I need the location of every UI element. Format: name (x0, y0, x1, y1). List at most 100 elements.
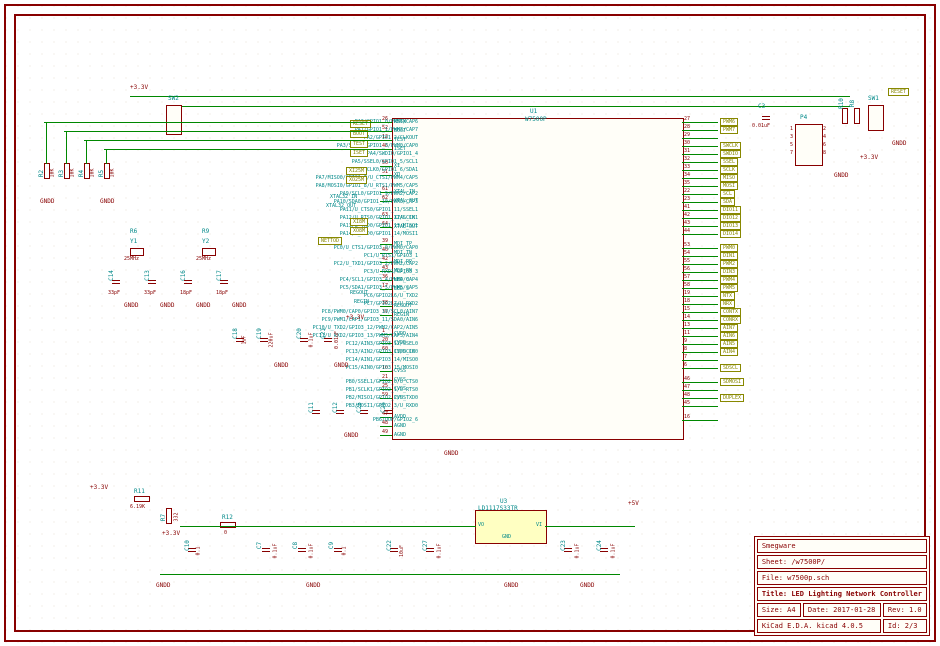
tb-date: Date: 2017-01-28 (803, 603, 881, 617)
tag-nettod: NETTOD (318, 237, 342, 245)
c14-val: 33pF (108, 290, 120, 296)
title-block: Smegware Sheet: /w7500P/ File: w7500p.sc… (754, 536, 930, 636)
c23-ref: C23 (560, 540, 567, 551)
wv2 (66, 131, 67, 164)
c27-ref: C27 (422, 540, 429, 551)
c17-ref: C17 (216, 270, 223, 281)
w2 (64, 131, 392, 132)
sw1-ref: SW1 (868, 95, 879, 102)
wire-reset (170, 106, 850, 107)
c16-ref: C16 (180, 270, 187, 281)
r8-ref: R8 (849, 100, 856, 107)
wire-5v-bot (545, 526, 635, 527)
pwr-3v3-top: +3.3V (130, 84, 148, 91)
c18-ref: C18 (232, 328, 239, 339)
schematic-page: U1 W7500P 26RSTN52BOOT12TEST46ISET50XI51… (0, 0, 940, 646)
c13-ref: C13 (144, 270, 151, 281)
main-ic-u1 (392, 118, 684, 440)
gnd-bot3: GNDD (504, 582, 518, 589)
gnd-r: GNDD (40, 198, 54, 205)
pwr-3v3-a: +3.3V (162, 530, 180, 537)
c19-val: 220uF (269, 332, 275, 347)
res-r8 (854, 108, 860, 124)
c25-ref: C25 (356, 402, 363, 413)
lbl-xtal32in: XTAL32_IN (330, 194, 357, 200)
r11-ref: R11 (134, 488, 145, 495)
r2-val: 10K (50, 168, 56, 177)
ic-ref: U1 (530, 108, 537, 115)
c8-val: 0.1uF (309, 543, 315, 558)
gnd-r2: GNDD (100, 198, 114, 205)
conn-p4 (795, 124, 823, 166)
w4 (104, 149, 392, 150)
u3-gnd: GND (502, 534, 511, 540)
p4-2: 2 (823, 126, 826, 132)
c24-ref: C24 (596, 540, 603, 551)
tag-test: TEST (350, 140, 368, 148)
c22-ref: C22 (386, 540, 393, 551)
y2-ref: Y2 (202, 238, 209, 245)
u3-ref: U3 (500, 498, 507, 505)
switch-sw1 (868, 105, 884, 131)
tag-xo8m: XO8M (350, 227, 368, 235)
c26-ref: C26 (380, 402, 387, 413)
pwr-3v3-out: +3.3V (90, 484, 108, 491)
gnd-sw1: GNDD (892, 140, 906, 147)
xtal-y1 (130, 248, 144, 256)
gnd-reg: GNDD (274, 362, 288, 369)
p4-1: 1 (790, 126, 793, 132)
p4-8: 8 (823, 150, 826, 156)
c10-val: 0.1 (196, 546, 202, 555)
c7-ref: C7 (256, 542, 263, 549)
res-r10 (842, 108, 848, 124)
p4-6: 6 (823, 142, 826, 148)
tb-file: File: w7500p.sch (757, 571, 927, 585)
lbl-regin: REGIN (354, 299, 369, 305)
c20-ref: C20 (296, 328, 303, 339)
c8-ref: C8 (292, 542, 299, 549)
wire-3v3-top (130, 96, 850, 97)
p4-4: 4 (823, 134, 826, 140)
u3-vo: VO (478, 522, 484, 528)
tb-rev: Rev: 1.0 (883, 603, 927, 617)
pwr-5v: +5V (628, 500, 639, 507)
c19-ref: C19 (256, 328, 263, 339)
c10-ref: C10 (184, 540, 191, 551)
c7-val: 0.1uF (273, 543, 279, 558)
c12-ref: C12 (332, 402, 339, 413)
gnd-bot4: GNDD (580, 582, 594, 589)
lbl-regout: REGOUT (350, 290, 368, 296)
p4-7: 7 (790, 150, 793, 156)
tb-size: Size: A4 (757, 603, 801, 617)
c18-val: 1uF (242, 335, 248, 344)
r9-ref: R9 (202, 228, 209, 235)
wire-3v3-bot (180, 526, 476, 527)
gnd-u1bot: GNDD (444, 450, 458, 457)
c14-ref: C14 (108, 270, 115, 281)
c16-val: 18pF (180, 290, 192, 296)
gnd-bot1: GNDD (156, 582, 170, 589)
u3-vi: VI (536, 522, 542, 528)
tag-iset: ISET (350, 149, 368, 157)
tag-xi25m: XI25M (346, 167, 367, 175)
c3-ref: C3 (758, 103, 765, 110)
c13-val: 33pF (144, 290, 156, 296)
c3-val: 0.01uF (752, 123, 770, 129)
r11-val: 6.19K (130, 504, 145, 510)
res-r11 (134, 496, 150, 502)
r5-ref: R5 (98, 170, 105, 177)
w1 (44, 122, 392, 123)
r3-val: 10K (70, 168, 76, 177)
tb-sheet: Sheet: /w7500P/ (757, 555, 927, 569)
tag-xo25m: XO25M (346, 176, 367, 184)
c11-ref: C11 (308, 402, 315, 413)
r10-ref: R10 (838, 98, 845, 109)
c21-val: 0.01uF (334, 331, 340, 349)
p4-3: 3 (790, 134, 793, 140)
wv4 (106, 149, 107, 164)
gnd-bot2: GNDD (306, 582, 320, 589)
r7-ref: R7 (160, 514, 167, 521)
r3-ref: R3 (58, 170, 65, 177)
wv3 (86, 140, 87, 164)
r5-val: 10K (110, 168, 116, 177)
